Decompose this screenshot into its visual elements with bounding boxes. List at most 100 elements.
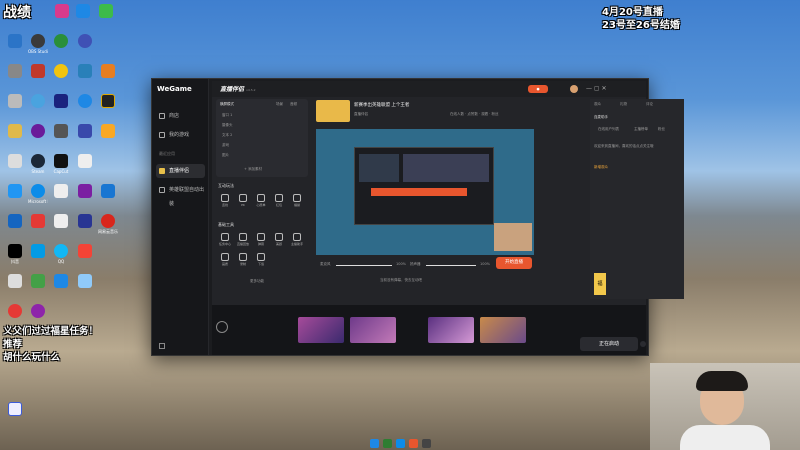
- desktop-icon[interactable]: [28, 304, 48, 326]
- desktop-icon[interactable]: [73, 4, 93, 26]
- tool-luckybag[interactable]: 福袋: [290, 194, 304, 207]
- game-thumb[interactable]: [480, 317, 526, 343]
- right-tab[interactable]: 礼物: [620, 102, 627, 107]
- desktop-icon[interactable]: [5, 304, 25, 326]
- game-thumb[interactable]: [350, 317, 396, 343]
- desktop-icon[interactable]: [98, 64, 118, 86]
- desktop-icon[interactable]: [98, 184, 118, 206]
- desktop-icon[interactable]: [28, 94, 48, 116]
- netease-music-icon[interactable]: 网易云音乐: [98, 214, 118, 236]
- desktop-icon[interactable]: [5, 184, 25, 206]
- douyin-icon[interactable]: 抖音: [5, 244, 25, 266]
- tool-record[interactable]: 录制: [236, 253, 250, 266]
- fortune-badge[interactable]: 福: [594, 273, 606, 295]
- desktop-icon[interactable]: [51, 274, 71, 296]
- tool-task[interactable]: 任务中心: [218, 233, 232, 246]
- mic-slider[interactable]: [336, 265, 392, 266]
- right-item[interactable]: 粉丝: [658, 127, 665, 132]
- avatar[interactable]: [570, 85, 578, 93]
- desktop-icon[interactable]: [5, 214, 25, 236]
- desktop-icon[interactable]: [28, 214, 48, 236]
- right-tab[interactable]: 评论: [646, 102, 653, 107]
- desktop-icon[interactable]: [98, 94, 118, 116]
- desktop-icon[interactable]: [51, 124, 71, 146]
- scene-item[interactable]: 摄像头: [222, 123, 233, 128]
- desktop-icon[interactable]: [75, 274, 95, 296]
- collapse-icon[interactable]: [159, 343, 165, 349]
- stream-cover[interactable]: [316, 100, 350, 122]
- game-thumb[interactable]: [298, 317, 344, 343]
- desktop-icon[interactable]: [51, 184, 71, 206]
- qq-icon[interactable]: QQ: [51, 244, 71, 266]
- play-icon[interactable]: [216, 321, 228, 333]
- tab-audio[interactable]: 音频: [290, 102, 297, 107]
- desktop-icon[interactable]: [51, 94, 71, 116]
- tool-link[interactable]: 连线: [218, 194, 232, 207]
- mic-label[interactable]: 麦克风: [320, 262, 331, 267]
- scene-item[interactable]: 游戏: [222, 143, 229, 148]
- capcut-icon[interactable]: CapCut: [51, 154, 71, 176]
- taskbar-app-icon[interactable]: [396, 439, 405, 448]
- taskbar-app-icon[interactable]: [383, 439, 392, 448]
- right-item[interactable]: 在线用户列表: [598, 127, 619, 132]
- more-functions[interactable]: 更多功能: [250, 279, 264, 284]
- steam-icon[interactable]: Steam: [28, 154, 48, 176]
- scene-mode[interactable]: 横屏模式: [220, 102, 234, 107]
- tool-download[interactable]: 下载: [254, 253, 268, 266]
- desktop-icon[interactable]: [75, 34, 95, 56]
- nav-my-games[interactable]: 我的游戏: [156, 128, 205, 142]
- stream-preview[interactable]: [316, 129, 534, 255]
- start-live-button[interactable]: 开始直播: [496, 257, 532, 269]
- tool-danmaku[interactable]: 弹幕: [254, 233, 268, 246]
- scene-item[interactable]: 图片: [222, 153, 229, 158]
- desktop-icon[interactable]: [51, 64, 71, 86]
- desktop-icon[interactable]: [75, 94, 95, 116]
- header-action-button[interactable]: ●: [528, 85, 548, 93]
- tool-pk[interactable]: PK: [236, 194, 250, 207]
- right-item[interactable]: 主播榜单: [634, 127, 648, 132]
- tool-beauty[interactable]: 美颜: [272, 233, 286, 246]
- more-icon[interactable]: [640, 341, 646, 347]
- desktop-icon[interactable]: [75, 184, 95, 206]
- right-tab[interactable]: 观众: [594, 102, 601, 107]
- tool-replay[interactable]: 直播回放: [236, 233, 250, 246]
- desktop-icon[interactable]: [5, 124, 25, 146]
- edge-icon[interactable]: Microsoft Edge: [28, 184, 48, 206]
- desktop-icon[interactable]: [96, 4, 116, 26]
- stream-title[interactable]: 新赛季出英雄联盟 上个王者: [354, 102, 409, 108]
- desktop-icon[interactable]: [28, 274, 48, 296]
- desktop-icon[interactable]: [51, 214, 71, 236]
- desktop-icon[interactable]: [5, 64, 25, 86]
- desktop-icon[interactable]: [5, 274, 25, 296]
- obs-icon[interactable]: OBS Studio: [28, 34, 48, 56]
- window-controls[interactable]: — ▢ ✕: [586, 85, 607, 92]
- desktop-icon[interactable]: [75, 244, 95, 266]
- scene-item[interactable]: 文本 2: [222, 133, 232, 138]
- scene-item[interactable]: 窗口 1: [222, 113, 232, 118]
- tool-quality[interactable]: 画质: [218, 253, 232, 266]
- desktop-icon[interactable]: [75, 124, 95, 146]
- desktop-icon[interactable]: [28, 124, 48, 146]
- desktop-icon[interactable]: [5, 34, 25, 56]
- desktop-icon[interactable]: [98, 124, 118, 146]
- taskbar-app-icon[interactable]: [409, 439, 418, 448]
- desktop-icon[interactable]: [75, 154, 95, 176]
- game-thumb[interactable]: [428, 317, 474, 343]
- launch-button[interactable]: 正在启动: [580, 337, 638, 351]
- start-icon[interactable]: [370, 439, 379, 448]
- nav-recent-lol-helper[interactable]: 英雄联盟自动出装: [156, 183, 205, 207]
- desktop-icon[interactable]: [5, 94, 25, 116]
- desktop-icon[interactable]: [5, 154, 25, 176]
- desktop-icon[interactable]: [5, 402, 25, 424]
- taskbar-app-icon[interactable]: [422, 439, 431, 448]
- tool-wishlist[interactable]: 心愿单: [254, 194, 268, 207]
- desktop-icon[interactable]: [75, 214, 95, 236]
- desktop-icon[interactable]: [75, 64, 95, 86]
- speaker-label[interactable]: 扬声器: [410, 262, 421, 267]
- desktop-icon[interactable]: [28, 244, 48, 266]
- desktop-icon[interactable]: [52, 4, 72, 26]
- add-source-button[interactable]: + 添加素材: [244, 167, 262, 172]
- speaker-slider[interactable]: [426, 265, 476, 266]
- desktop-icon[interactable]: [51, 34, 71, 56]
- desktop-icon[interactable]: [28, 64, 48, 86]
